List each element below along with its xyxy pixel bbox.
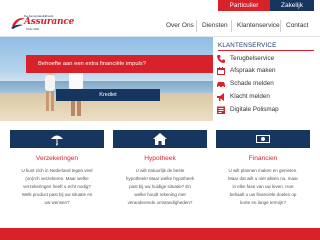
klantenservice-item-label: Digitale Polismap — [230, 106, 279, 113]
tile-hypotheek-header[interactable] — [113, 130, 207, 148]
tab-particulier[interactable]: Particulier — [218, 0, 270, 11]
megaphone-icon — [217, 93, 224, 101]
nav-divider — [231, 20, 232, 32]
hero-banner-image: Behoefte aan een extra financiële impuls… — [0, 37, 213, 121]
klantenservice-item-terugbelservice[interactable]: Terugbelservice — [216, 53, 320, 65]
nav-contact[interactable]: Contact — [286, 21, 308, 31]
footer-bar — [0, 228, 320, 240]
tile-financien-header[interactable] — [216, 130, 310, 148]
tile-verzekeringen-text: U kunt zich in Nederland tegen veel (on)… — [10, 167, 104, 207]
tile-text-line: (on)rch verzekeren. Maar welke — [25, 176, 89, 181]
tile-text-line: verzekeringen heeft u echt nodig? — [23, 184, 91, 189]
hero-headline: Behoefte aan een extra financiële impuls… — [26, 55, 213, 73]
tile-text-line: U wilt natuurlijk de beste — [135, 168, 185, 173]
tile-text-line: behaalt u uw financiële doelen op — [229, 192, 297, 197]
umbrella-icon — [51, 135, 63, 146]
klantenservice-title: KLANTENSERVICE — [218, 42, 277, 49]
klantenservice-item-label: Schade melden — [230, 80, 274, 87]
klantenservice-item-schade[interactable]: Schade melden — [216, 78, 320, 90]
klantenservice-item-label: Afspraak maken — [230, 67, 276, 74]
nav-klantenservice[interactable]: Klantenservice — [237, 21, 280, 31]
logo[interactable]: De Aansprakelijkheids Assurance Sinds 19… — [8, 14, 74, 34]
money-icon — [256, 135, 270, 143]
calendar-icon — [217, 67, 225, 75]
top-bar: Particulier Zakelijk — [0, 0, 320, 12]
car-icon — [217, 82, 225, 88]
tile-text-line: welke houdt rekening met — [134, 192, 186, 197]
klantenservice-item-klacht[interactable]: Klacht melden — [216, 91, 320, 103]
krediet-button[interactable]: Krediet — [56, 89, 160, 101]
tile-text-line: Welk product past bij uw situatie en — [21, 192, 93, 197]
tab-zakelijk[interactable]: Zakelijk — [270, 0, 314, 11]
klantenservice-item-polismap[interactable]: Digitale Polismap — [216, 104, 320, 116]
tile-financien-title[interactable]: Financien — [216, 155, 310, 162]
tile-financien-text: U wilt plannen maken en genieten. Maar d… — [216, 167, 310, 207]
logo-wordmark: Assurance — [24, 17, 75, 27]
phone-icon — [217, 55, 225, 63]
tile-text-line: korte en lange termijn? — [240, 200, 286, 205]
tile-text-line: U wilt plannen maken en genieten. — [228, 168, 298, 173]
klantenservice-item-label: Klacht melden — [230, 93, 270, 100]
nav-diensten[interactable]: Diensten — [202, 21, 228, 31]
tile-text-line: Maar dat wilt u niet alleen nu, maar — [227, 176, 299, 181]
tile-hypotheek-text: U wilt natuurlijk de beste hypotheek! Ma… — [113, 167, 207, 207]
tile-text-line: past bij uw huidige situatie? En — [129, 184, 191, 189]
klantenservice-divider — [218, 50, 314, 51]
tile-text-line: in elke fase van uw leven. Hoe — [232, 184, 294, 189]
tile-verzekeringen-header[interactable] — [10, 130, 104, 148]
tile-verzekeringen-title[interactable]: Verzekeringen — [10, 155, 104, 162]
house-icon — [153, 133, 167, 145]
folder-icon — [217, 106, 225, 114]
tile-text-line: U kunt zich in Nederland tegen veel — [21, 168, 93, 173]
klantenservice-item-afspraak[interactable]: Afspraak maken — [216, 65, 320, 77]
logo-tagline: Sinds 1950 — [26, 28, 39, 31]
tile-text-line: hypotheek! Maar welke hypotheek — [125, 176, 195, 181]
klantenservice-item-label: Terugbelservice — [230, 55, 275, 62]
tile-text-line: veranderende omstandigheden? — [127, 200, 193, 205]
tile-hypotheek-title[interactable]: Hypotheek — [113, 155, 207, 162]
nav-divider — [280, 20, 281, 32]
nav-over-ons[interactable]: Over Ons — [166, 21, 194, 31]
nav-divider — [196, 20, 197, 32]
tile-text-line: uw wensen? — [44, 200, 70, 205]
